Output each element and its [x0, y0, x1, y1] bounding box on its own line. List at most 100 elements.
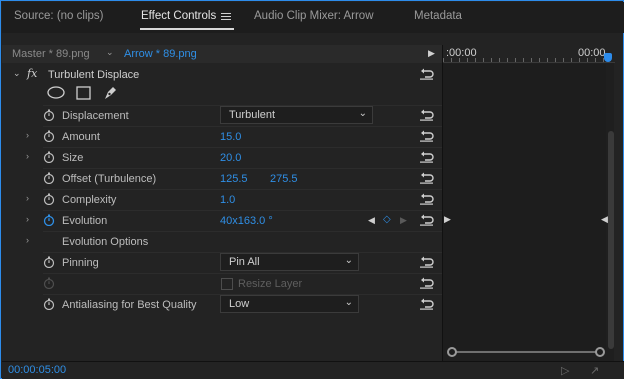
ruler-ticks: [443, 58, 608, 62]
effect-controls-panel: Source: (no clips) Effect Controls Audio…: [0, 0, 624, 379]
add-keyframe-icon[interactable]: ◇: [383, 214, 391, 225]
time-ruler[interactable]: :00:00 00:00: [443, 45, 615, 63]
select-value: Turbulent: [229, 109, 276, 121]
size-value[interactable]: 20.0: [220, 152, 241, 164]
reset-icon[interactable]: [420, 151, 434, 163]
reset-icon[interactable]: [420, 298, 434, 310]
clip-start-marker-icon: ▶: [444, 214, 451, 224]
export-icon[interactable]: ↗: [590, 364, 599, 377]
keyframe-timeline: :00:00 00:00 ▶ ◀: [442, 45, 615, 361]
stopwatch-icon[interactable]: [43, 151, 55, 163]
property-row-evolution-options: › Evolution Options: [2, 231, 442, 252]
reset-icon[interactable]: [420, 109, 434, 121]
pinning-select[interactable]: Pin All ⌄: [220, 253, 359, 271]
select-value: Low: [229, 298, 250, 310]
master-clip-label[interactable]: Master * 89.png: [12, 48, 90, 60]
stopwatch-icon[interactable]: [43, 109, 55, 121]
offset-y-value[interactable]: 275.5: [270, 173, 298, 185]
resize-layer-label: Resize Layer: [238, 278, 303, 290]
chevron-down-icon: ⌄: [358, 108, 367, 119]
property-label[interactable]: Evolution Options: [62, 236, 148, 248]
property-row-amount: › Amount 15.0: [2, 126, 442, 147]
sequence-clip-label[interactable]: Arrow * 89.png: [124, 48, 197, 60]
property-label: Size: [62, 152, 84, 164]
stopwatch-icon[interactable]: [43, 130, 55, 142]
displacement-select[interactable]: Turbulent ⌄: [220, 106, 373, 124]
property-row-antialiasing: Antialiasing for Best Quality Low ⌄: [2, 294, 442, 315]
chevron-right-icon[interactable]: ›: [26, 130, 29, 140]
tab-metadata[interactable]: Metadata: [414, 10, 462, 22]
previous-keyframe-icon[interactable]: ◀: [368, 215, 375, 226]
property-row-pinning: Pinning Pin All ⌄: [2, 252, 442, 273]
next-keyframe-icon[interactable]: ▶: [400, 215, 407, 226]
chevron-right-icon[interactable]: ›: [26, 151, 29, 161]
rectangle-mask-icon[interactable]: [76, 86, 91, 100]
reset-icon[interactable]: [420, 68, 434, 80]
play-icon[interactable]: ▶: [428, 48, 435, 59]
stopwatch-icon[interactable]: [43, 298, 55, 310]
reset-icon[interactable]: [420, 277, 434, 289]
tab-source[interactable]: Source: (no clips): [14, 10, 103, 22]
property-row-displacement: Displacement Turbulent ⌄: [2, 105, 442, 126]
effect-name: Turbulent Displace: [48, 69, 140, 81]
offset-x-value[interactable]: 125.5: [220, 173, 248, 185]
property-row-resize-layer: Resize Layer: [2, 273, 442, 294]
evolution-value[interactable]: 40x163.0 °: [220, 215, 273, 227]
chevron-down-icon[interactable]: ⌄: [106, 47, 114, 58]
row-divider: [43, 126, 442, 127]
chevron-down-icon[interactable]: ⌄: [13, 68, 21, 79]
resize-layer-checkbox: [221, 278, 233, 290]
row-divider: [43, 189, 442, 190]
row-divider: [43, 273, 442, 274]
stopwatch-active-icon[interactable]: [43, 214, 55, 226]
reset-icon[interactable]: [420, 172, 434, 184]
property-label: Pinning: [62, 257, 99, 269]
row-divider: [43, 210, 442, 211]
antialiasing-select[interactable]: Low ⌄: [220, 295, 359, 313]
property-label: Evolution: [62, 215, 108, 227]
fx-icon[interactable]: fx: [27, 67, 37, 80]
properties-list: ⌄ fx Turbulent Displace Displacement Tur…: [2, 63, 442, 361]
tab-effect-controls[interactable]: Effect Controls: [141, 10, 216, 22]
vertical-scrollbar[interactable]: [608, 131, 614, 349]
zoom-start-handle[interactable]: [447, 347, 457, 357]
stopwatch-icon[interactable]: [43, 256, 55, 268]
amount-value[interactable]: 15.0: [220, 131, 241, 143]
chevron-right-icon[interactable]: ›: [26, 235, 29, 245]
property-label: Displacement: [62, 110, 129, 122]
clip-header: Master * 89.png ⌄ Arrow * 89.png ▶: [2, 45, 442, 63]
complexity-value[interactable]: 1.0: [220, 194, 235, 206]
reset-icon[interactable]: [420, 130, 434, 142]
stopwatch-icon[interactable]: [43, 193, 55, 205]
property-row-evolution: › Evolution 40x163.0 ° ◀ ◇ ▶: [2, 210, 442, 231]
chevron-down-icon: ⌄: [344, 297, 353, 308]
property-label: Offset (Turbulence): [62, 173, 157, 185]
stopwatch-icon[interactable]: [43, 172, 55, 184]
keyframe-area[interactable]: [443, 64, 606, 350]
playhead-handle[interactable]: [604, 53, 612, 62]
zoom-scrollbar[interactable]: [447, 347, 605, 357]
current-timecode[interactable]: 00:00:05:00: [8, 364, 66, 376]
zoom-end-handle[interactable]: [595, 347, 605, 357]
tab-audio-clip-mixer[interactable]: Audio Clip Mixer: Arrow: [254, 10, 374, 22]
select-value: Pin All: [229, 256, 260, 268]
zoom-track: [452, 351, 600, 353]
ellipse-mask-icon[interactable]: [47, 86, 65, 99]
panel-menu-icon[interactable]: [221, 13, 231, 22]
property-label: Amount: [62, 131, 100, 143]
reset-icon[interactable]: [420, 193, 434, 205]
property-row-size: › Size 20.0: [2, 147, 442, 168]
chevron-right-icon[interactable]: ›: [26, 214, 29, 224]
panel-tab-bar: Source: (no clips) Effect Controls Audio…: [2, 2, 624, 33]
reset-icon[interactable]: [420, 256, 434, 268]
effect-header-row[interactable]: ⌄ fx Turbulent Displace: [2, 64, 442, 85]
filter-icon[interactable]: ▷: [561, 364, 569, 377]
row-divider: [43, 147, 442, 148]
pen-mask-icon[interactable]: [103, 85, 118, 101]
reset-icon[interactable]: [420, 214, 434, 226]
chevron-right-icon[interactable]: ›: [26, 193, 29, 203]
chevron-down-icon: ⌄: [344, 255, 353, 266]
status-bar: 00:00:05:00 ▷ ↗: [2, 361, 624, 379]
property-label: Complexity: [62, 194, 117, 206]
mask-tools-row: [2, 83, 442, 105]
